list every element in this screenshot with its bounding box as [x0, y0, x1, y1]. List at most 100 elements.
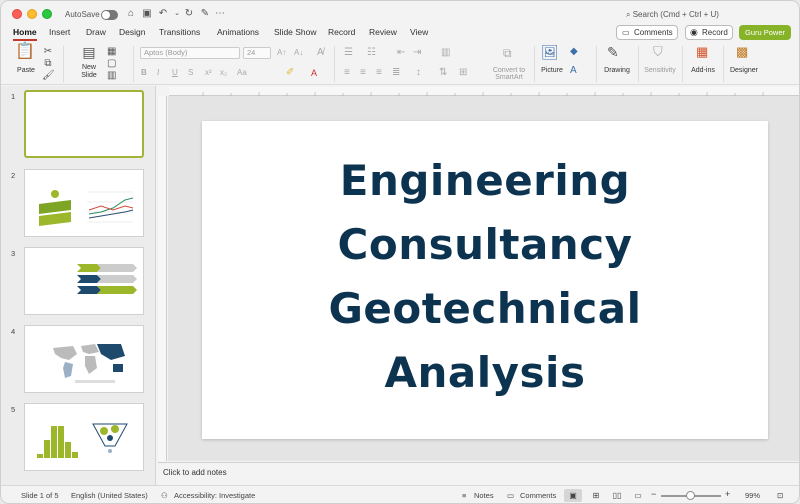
- redo-icon[interactable]: ↻: [183, 8, 195, 20]
- new-slide-label-2[interactable]: Slide: [75, 72, 103, 79]
- subscript-icon[interactable]: x₂: [220, 67, 227, 79]
- increase-indent-icon[interactable]: ⇥: [413, 47, 421, 59]
- columns-icon[interactable]: ▥: [441, 47, 450, 59]
- smartart-icon[interactable]: ⧉: [503, 47, 512, 59]
- textbox-icon[interactable]: A: [570, 65, 577, 77]
- align-left-icon[interactable]: ≡: [344, 67, 350, 79]
- tab-draw[interactable]: Draw: [86, 27, 106, 37]
- maximize-window-button[interactable]: [42, 9, 52, 19]
- slide-sorter-button[interactable]: ⊞: [587, 489, 605, 502]
- zoom-slider-handle[interactable]: [686, 491, 695, 500]
- home-icon[interactable]: ⌂: [125, 8, 137, 20]
- strikethrough-icon[interactable]: S: [188, 67, 193, 79]
- decrease-indent-icon[interactable]: ⇤: [397, 47, 405, 59]
- zoom-level[interactable]: 99%: [745, 491, 760, 500]
- convert-smartart-label-1[interactable]: Convert to: [487, 67, 531, 74]
- superscript-icon[interactable]: x²: [205, 67, 212, 79]
- undo-icon[interactable]: ↶: [157, 8, 169, 20]
- guru-power-button[interactable]: Guru Power: [739, 25, 791, 40]
- slide-thumbnail-3[interactable]: [24, 247, 144, 315]
- text-direction-icon[interactable]: ⇅: [439, 67, 447, 79]
- layout-icon[interactable]: ▦: [107, 46, 116, 58]
- reading-view-button[interactable]: ▯▯: [608, 489, 626, 502]
- normal-view-button[interactable]: ▣: [564, 489, 582, 502]
- close-window-button[interactable]: [12, 9, 22, 19]
- line-spacing-icon[interactable]: ↕: [416, 67, 421, 79]
- tab-slide-show[interactable]: Slide Show: [274, 27, 317, 37]
- comments-toggle[interactable]: Comments: [520, 491, 556, 500]
- addins-icon[interactable]: ▦: [696, 45, 708, 58]
- underline-icon[interactable]: U: [172, 67, 178, 79]
- fit-to-window-icon[interactable]: ⊡: [777, 491, 783, 500]
- drawing-icon[interactable]: ✎: [607, 45, 619, 59]
- section-icon[interactable]: ▥: [107, 70, 116, 82]
- highlight-icon[interactable]: ✐: [286, 67, 294, 79]
- zoom-in-icon[interactable]: +: [725, 489, 730, 499]
- bold-icon[interactable]: B: [141, 67, 147, 79]
- bullets-icon[interactable]: ☰: [344, 47, 353, 59]
- drawing-label[interactable]: Drawing: [601, 67, 633, 74]
- designer-label[interactable]: Designer: [727, 67, 761, 74]
- undo-dropdown-icon[interactable]: ⌄: [171, 8, 183, 20]
- addins-label[interactable]: Add-ins: [687, 67, 719, 74]
- zoom-out-icon[interactable]: −: [651, 489, 656, 499]
- shapes-icon[interactable]: ◆: [570, 46, 578, 58]
- justify-icon[interactable]: ≣: [392, 67, 400, 79]
- minimize-window-button[interactable]: [27, 9, 37, 19]
- font-color-icon[interactable]: A: [311, 67, 317, 79]
- numbering-icon[interactable]: ☷: [367, 47, 376, 59]
- vertical-ruler[interactable]: [158, 96, 167, 461]
- convert-smartart-label-2[interactable]: SmartArt: [487, 74, 531, 81]
- edit-icon[interactable]: ✎: [199, 8, 211, 20]
- reset-icon[interactable]: ▢: [107, 58, 116, 70]
- slideshow-view-button[interactable]: ▭: [629, 489, 647, 502]
- tab-transitions[interactable]: Transitions: [159, 27, 200, 37]
- notes-toggle[interactable]: Notes: [474, 491, 494, 500]
- align-right-icon[interactable]: ≡: [376, 67, 382, 79]
- picture-label[interactable]: Picture: [536, 67, 568, 74]
- cut-icon[interactable]: ✂: [42, 46, 54, 58]
- decrease-font-icon[interactable]: A↓: [294, 47, 303, 59]
- horizontal-ruler[interactable]: [169, 87, 799, 96]
- tab-record[interactable]: Record: [328, 27, 355, 37]
- comments-button[interactable]: ▭ Comments: [616, 25, 678, 40]
- notes-icon[interactable]: ≡: [462, 491, 466, 500]
- slide-thumbnail-5[interactable]: [24, 403, 144, 471]
- increase-font-icon[interactable]: A↑: [277, 47, 286, 59]
- sensitivity-label[interactable]: Sensitivity: [642, 67, 678, 74]
- change-case-icon[interactable]: Aa: [237, 67, 247, 79]
- align-text-icon[interactable]: ⊞: [459, 67, 467, 79]
- accessibility-icon[interactable]: ⚇: [161, 491, 168, 500]
- italic-icon[interactable]: I: [157, 67, 159, 79]
- paste-icon[interactable]: 📋: [15, 44, 35, 60]
- language-status[interactable]: English (United States): [71, 491, 148, 500]
- new-slide-icon[interactable]: ▤: [81, 45, 97, 59]
- tab-home[interactable]: Home: [13, 27, 37, 41]
- tab-animations[interactable]: Animations: [217, 27, 259, 37]
- more-icon[interactable]: ⋯: [214, 8, 226, 20]
- save-icon[interactable]: ▣: [141, 8, 153, 20]
- new-slide-label-1[interactable]: New: [75, 64, 103, 71]
- autosave-toggle[interactable]: [101, 10, 118, 20]
- accessibility-status[interactable]: Accessibility: Investigate: [174, 491, 255, 500]
- tab-view[interactable]: View: [410, 27, 428, 37]
- font-size-select[interactable]: 24: [243, 47, 271, 59]
- tab-design[interactable]: Design: [119, 27, 145, 37]
- slide-1-editor[interactable]: Engineering Consultancy Geotechnical Ana…: [202, 121, 768, 439]
- comments-icon[interactable]: ▭: [507, 491, 514, 500]
- notes-pane[interactable]: Click to add notes: [158, 462, 799, 484]
- slide-thumbnail-4[interactable]: [24, 325, 144, 393]
- tab-review[interactable]: Review: [369, 27, 397, 37]
- slide-thumbnail-1[interactable]: [24, 90, 144, 158]
- slide-thumbnail-2[interactable]: [24, 169, 144, 237]
- sensitivity-icon[interactable]: ⛉: [653, 45, 663, 58]
- search-field[interactable]: ⌕ Search (Cmd + Ctrl + U): [626, 10, 719, 20]
- clear-format-icon[interactable]: A̸: [317, 47, 324, 59]
- paste-label[interactable]: Paste: [15, 67, 37, 74]
- slide-title-textbox[interactable]: Engineering Consultancy Geotechnical Ana…: [202, 149, 768, 405]
- copy-icon[interactable]: ⧉: [42, 58, 54, 70]
- designer-icon[interactable]: ▩: [736, 45, 748, 58]
- format-painter-icon[interactable]: 🖌: [42, 70, 55, 82]
- picture-icon[interactable]: 🖼: [541, 45, 559, 59]
- font-name-select[interactable]: Aptos (Body): [140, 47, 240, 59]
